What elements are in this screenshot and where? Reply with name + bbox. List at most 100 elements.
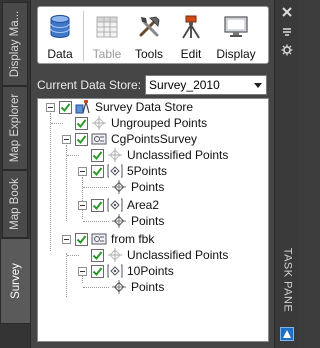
network-icon xyxy=(107,264,123,278)
survey-toolbar: Data Table Tools Edit Display xyxy=(37,6,269,64)
import-event-icon xyxy=(91,133,107,145)
survey-panel: Data Table Tools Edit Display Current Da… xyxy=(30,0,274,348)
tab-map-book[interactable]: Map Book xyxy=(2,170,28,238)
tree-connector xyxy=(83,287,109,288)
tab-survey-label: Survey xyxy=(9,263,22,299)
tab-map-explorer-label: Map Explorer xyxy=(9,93,22,163)
node-label: Ungrouped Points xyxy=(111,116,208,130)
triangle-logo-icon xyxy=(283,330,291,338)
tree-node-area2[interactable]: Area2 xyxy=(91,197,159,213)
node-checkbox[interactable] xyxy=(91,264,104,278)
tree-connector xyxy=(82,177,83,219)
node-label: Points xyxy=(131,214,165,228)
current-data-store-label: Current Data Store: xyxy=(37,78,142,92)
point-icon xyxy=(112,180,126,194)
checkmark-icon xyxy=(60,102,71,112)
tree-node-survey-data-store[interactable]: Survey Data Store xyxy=(59,99,193,115)
gear-icon[interactable] xyxy=(281,44,293,56)
display-button[interactable]: Display xyxy=(213,11,259,61)
display-monitor-icon xyxy=(224,16,248,37)
tools-icon xyxy=(139,16,160,37)
tree-node-points[interactable]: Points xyxy=(111,213,164,229)
tree-collapse-toggle[interactable] xyxy=(78,167,87,176)
node-label: from fbk xyxy=(111,232,155,246)
current-data-store-value: Survey_2010 xyxy=(149,78,220,92)
tree-node-unclassified-points[interactable]: Unclassified Points xyxy=(91,247,228,263)
tree-connector xyxy=(67,255,79,256)
tree-node-5points[interactable]: 5Points xyxy=(91,163,167,179)
tab-display-manager[interactable]: Display Ma... xyxy=(2,2,28,86)
checkmark-icon xyxy=(92,166,103,176)
node-label: Points xyxy=(131,280,165,294)
node-checkbox[interactable] xyxy=(91,148,104,162)
tree-collapse-toggle[interactable] xyxy=(46,103,55,112)
checkmark-icon xyxy=(92,266,103,276)
tree-node-cgpointssurvey[interactable]: CgPointsSurvey xyxy=(75,131,197,147)
node-checkbox[interactable] xyxy=(59,100,72,114)
tree-collapse-toggle[interactable] xyxy=(78,267,87,276)
node-checkbox[interactable] xyxy=(91,164,104,178)
tab-display-manager-label: Display Ma... xyxy=(9,10,21,78)
display-button-label: Display xyxy=(216,47,256,61)
data-button-label: Data xyxy=(47,47,73,61)
task-pane-label: TASK PANE xyxy=(275,240,299,320)
tab-map-explorer[interactable]: Map Explorer xyxy=(2,86,28,170)
node-label: 10Points xyxy=(127,264,174,278)
tree-connector xyxy=(66,145,67,221)
tree-node-points[interactable]: Points xyxy=(111,279,164,295)
tree-collapse-toggle[interactable] xyxy=(78,201,87,210)
survey-tripod-icon xyxy=(182,15,200,39)
checkmark-icon xyxy=(92,200,103,210)
tree-collapse-toggle[interactable] xyxy=(62,135,71,144)
node-checkbox[interactable] xyxy=(75,116,88,130)
checkmark-icon xyxy=(92,150,103,160)
checkmark-icon xyxy=(76,234,87,244)
tree-collapse-toggle[interactable] xyxy=(62,235,71,244)
tree-connector xyxy=(51,123,63,124)
table-button[interactable]: Table xyxy=(87,11,127,61)
edit-button[interactable]: Edit xyxy=(171,11,211,61)
network-icon xyxy=(107,198,123,212)
table-button-label: Table xyxy=(92,47,122,61)
data-button[interactable]: Data xyxy=(40,11,80,61)
task-pane-title: TASK PANE xyxy=(281,247,294,313)
network-icon xyxy=(107,164,123,178)
node-label: Survey Data Store xyxy=(95,100,194,114)
database-icon xyxy=(50,15,70,38)
node-label: Area2 xyxy=(127,198,160,212)
table-icon xyxy=(96,16,118,38)
tree-connector xyxy=(50,113,51,251)
left-tab-strip: Display Ma... Map Explorer Map Book Surv… xyxy=(0,0,30,348)
auto-hide-icon[interactable] xyxy=(281,26,293,38)
task-pane-title-bar: TASK PANE xyxy=(274,0,298,348)
point-icon xyxy=(112,280,126,294)
current-data-store-select[interactable]: Survey_2010 xyxy=(145,75,268,95)
tools-button-label: Tools xyxy=(134,47,163,61)
survey-tree: Survey Data Store Ungrouped Points CgPoi… xyxy=(37,98,269,342)
node-checkbox[interactable] xyxy=(91,248,104,262)
node-checkbox[interactable] xyxy=(75,232,88,246)
point-group-icon xyxy=(108,248,122,262)
current-data-store-row: Current Data Store: Survey_2010 xyxy=(37,75,269,95)
tools-button[interactable]: Tools xyxy=(129,11,169,61)
tree-node-from-fbk[interactable]: from fbk xyxy=(75,231,154,247)
tab-survey[interactable]: Survey xyxy=(0,238,30,324)
autodesk-logo-icon[interactable] xyxy=(280,327,294,341)
node-checkbox[interactable] xyxy=(75,132,88,146)
edit-button-label: Edit xyxy=(180,47,202,61)
tree-node-unclassified-points[interactable]: Unclassified Points xyxy=(91,147,228,163)
tree-connector xyxy=(83,221,109,222)
node-checkbox[interactable] xyxy=(91,198,104,212)
node-label: 5Points xyxy=(127,164,168,178)
checkmark-icon xyxy=(92,250,103,260)
node-label: Points xyxy=(131,180,165,194)
tree-node-ungrouped-points[interactable]: Ungrouped Points xyxy=(75,115,207,131)
tree-node-10points[interactable]: 10Points xyxy=(91,263,174,279)
tab-map-book-label: Map Book xyxy=(9,178,21,230)
survey-data-store-icon xyxy=(75,100,90,114)
tree-node-points[interactable]: Points xyxy=(111,179,164,195)
point-group-icon xyxy=(92,116,106,130)
close-icon[interactable] xyxy=(281,6,293,18)
point-group-icon xyxy=(108,148,122,162)
point-icon xyxy=(112,214,126,228)
